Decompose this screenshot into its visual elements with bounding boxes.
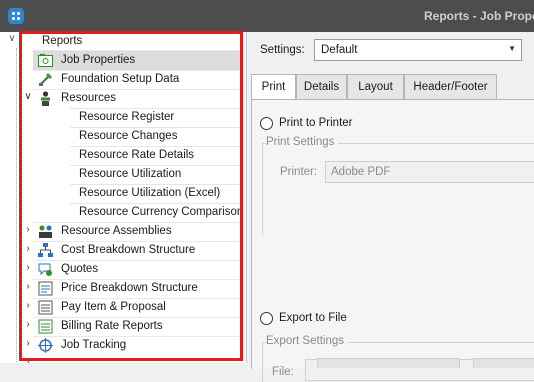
print-tab-content: Print to Printer Print Settings Printer:… xyxy=(251,99,534,382)
tree-item-pay-item-proposal[interactable]: › Pay Item & Proposal xyxy=(0,298,246,317)
chevron-right-icon[interactable]: › xyxy=(23,300,33,311)
tree-item-resource-rate-details[interactable]: Resource Rate Details xyxy=(0,146,246,165)
tree-item-label: Billing Rate Reports xyxy=(61,320,163,332)
tree-item-cost-breakdown-structure[interactable]: › Cost Breakdown Structure xyxy=(0,241,246,260)
tree-item-job-properties[interactable]: Job Properties xyxy=(33,51,240,70)
tree-root[interactable]: ∨ Reports xyxy=(0,32,246,51)
print-to-printer-radio[interactable] xyxy=(260,117,273,130)
tree-item-label: Job Properties xyxy=(61,54,136,66)
resources-icon xyxy=(41,91,50,106)
tab-layout[interactable]: Layout xyxy=(347,74,404,99)
chevron-right-icon[interactable]: › xyxy=(23,262,33,273)
chevron-right-icon[interactable]: › xyxy=(23,281,33,292)
tree-item-label: Foundation Setup Data xyxy=(61,73,180,85)
export-to-file-label: Export to File xyxy=(279,312,347,324)
print-settings-title: Print Settings xyxy=(266,136,339,148)
tree-item-resource-utilization-excel[interactable]: Resource Utilization (Excel) xyxy=(0,184,246,203)
tab-print[interactable]: Print xyxy=(251,74,296,101)
tree-item-resource-utilization[interactable]: Resource Utilization xyxy=(0,165,246,184)
tree-item-resource-changes[interactable]: Resource Changes xyxy=(0,127,246,146)
tree-root-label: Reports xyxy=(42,35,83,47)
window-title: Reports - Job Prope xyxy=(424,9,534,23)
title-bar: Reports - Job Prope xyxy=(0,0,534,32)
chevron-down-icon[interactable]: ∨ xyxy=(6,33,18,44)
report-tree: ∨ Reports Job Properties Foundation Setu… xyxy=(0,32,246,363)
cost-breakdown-icon xyxy=(38,243,53,257)
tab-details[interactable]: Details xyxy=(296,74,347,99)
tree-item-label: Job Tracking xyxy=(61,339,127,351)
report-settings-panel: Settings: Default ▼ Print Details Layout… xyxy=(246,32,534,382)
chevron-right-icon[interactable]: › xyxy=(23,319,33,330)
tree-item-resource-register[interactable]: Resource Register xyxy=(0,108,246,127)
quotes-icon xyxy=(38,263,52,276)
tree-item-label: Resource Changes xyxy=(79,130,178,142)
tree-item-label: Resource Assemblies xyxy=(61,225,172,237)
dialog-button[interactable] xyxy=(317,358,460,368)
chevron-down-icon[interactable]: ∨ xyxy=(23,91,33,102)
tree-item-label: Resource Utilization (Excel) xyxy=(79,187,221,199)
tree-item-label: Resource Currency Comparison xyxy=(79,206,244,218)
tree-item-label: Cost Breakdown Structure xyxy=(61,244,196,256)
tree-item-partial[interactable]: › xyxy=(0,355,246,363)
chevron-right-icon[interactable]: › xyxy=(23,338,33,349)
settings-value: Default xyxy=(321,44,358,56)
resource-assemblies-icon xyxy=(39,225,52,238)
tree-item-billing-rate-reports[interactable]: › Billing Rate Reports xyxy=(0,317,246,336)
price-breakdown-icon xyxy=(38,281,53,296)
app-icon[interactable] xyxy=(8,8,24,24)
printer-field[interactable]: Adobe PDF xyxy=(325,161,534,183)
chevron-right-icon[interactable]: › xyxy=(23,357,33,363)
export-to-file-radio[interactable] xyxy=(260,312,273,325)
job-properties-icon xyxy=(38,54,53,67)
tree-item-label: Resource Rate Details xyxy=(79,149,195,161)
dropdown-arrow-icon[interactable]: ▼ xyxy=(508,44,516,53)
printer-label: Printer: xyxy=(280,166,318,178)
tree-item-quotes[interactable]: › Quotes xyxy=(0,260,246,279)
settings-dropdown[interactable]: Default ▼ xyxy=(314,39,522,61)
tree-item-label: Quotes xyxy=(61,263,99,275)
tree-item-resource-currency-comparison[interactable]: Resource Currency Comparison xyxy=(0,203,246,222)
tree-item-job-tracking[interactable]: › Job Tracking xyxy=(0,336,246,355)
tree-item-label: Resource Utilization xyxy=(79,168,182,180)
tree-item-foundation-setup-data[interactable]: Foundation Setup Data xyxy=(0,70,246,89)
tab-strip: Print Details Layout Header/Footer xyxy=(251,74,534,101)
settings-label: Settings: xyxy=(260,44,305,56)
tree-item-resources[interactable]: ∨ Resources xyxy=(0,89,246,108)
tree-item-price-breakdown-structure[interactable]: › Price Breakdown Structure xyxy=(0,279,246,298)
file-label: File: xyxy=(272,366,294,378)
export-settings-title: Export Settings xyxy=(266,335,348,347)
dialog-button[interactable] xyxy=(473,358,534,368)
tree-item-label: Resources xyxy=(61,92,116,104)
billing-rate-icon xyxy=(38,319,53,334)
tab-header-footer[interactable]: Header/Footer xyxy=(404,74,497,99)
job-tracking-icon xyxy=(38,338,53,353)
tree-item-label: Pay Item & Proposal xyxy=(61,301,166,313)
chevron-right-icon[interactable]: › xyxy=(23,243,33,254)
chevron-right-icon[interactable]: › xyxy=(23,224,33,235)
tree-item-resource-assemblies[interactable]: › Resource Assemblies xyxy=(0,222,246,241)
foundation-setup-icon xyxy=(39,73,52,86)
tree-item-label: Resource Register xyxy=(79,111,175,123)
pay-item-icon xyxy=(38,300,53,315)
print-to-printer-label: Print to Printer xyxy=(279,117,353,129)
tree-item-label: Price Breakdown Structure xyxy=(61,282,198,294)
